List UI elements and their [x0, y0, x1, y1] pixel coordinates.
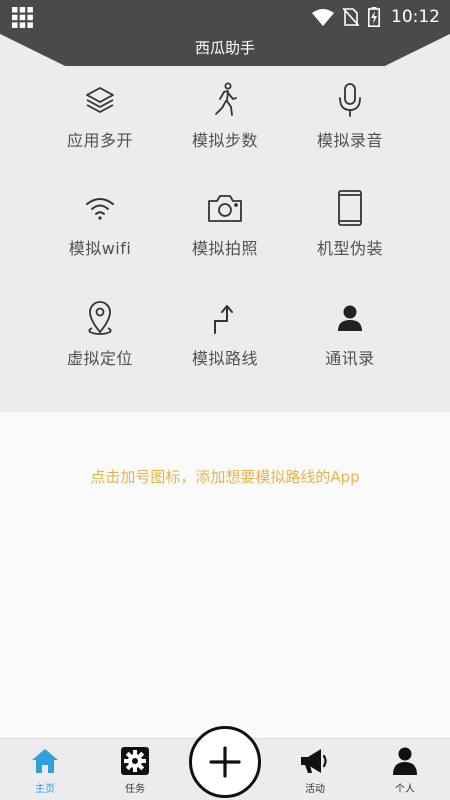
gear-icon — [118, 744, 152, 778]
person-icon — [388, 744, 422, 778]
empty-hint: 点击加号图标，添加想要模拟路线的App — [90, 468, 360, 486]
add-app-button[interactable] — [189, 726, 261, 798]
app-title-bar: 西瓜助手 — [0, 34, 450, 66]
tab-home[interactable]: 主页 — [15, 739, 75, 800]
contact-person-icon — [330, 298, 370, 338]
status-time: 10:12 — [391, 7, 440, 27]
tab-tasks[interactable]: 任务 — [105, 739, 165, 800]
phone-device-icon — [330, 188, 370, 228]
battery-charging-icon — [368, 7, 380, 27]
camera-icon — [205, 188, 245, 228]
status-bar: 10:12 — [0, 0, 450, 34]
app-grid-icon — [12, 7, 33, 28]
no-sim-icon — [343, 8, 359, 26]
feature-label: 模拟录音 — [316, 131, 383, 150]
route-arrow-icon — [205, 298, 245, 338]
tab-profile[interactable]: 个人 — [375, 739, 435, 800]
location-pin-icon — [80, 298, 120, 338]
tab-label: 活动 — [305, 784, 325, 795]
feature-grid: 应用多开 模拟步数 模拟录音 模拟wifi 模拟拍照 机型伪装 虚拟定位 模拟路… — [0, 66, 450, 412]
feature-contacts[interactable]: 通讯录 — [275, 284, 425, 384]
walking-person-icon — [205, 80, 245, 120]
home-icon — [28, 744, 62, 778]
page-title: 西瓜助手 — [194, 39, 255, 57]
layers-icon — [80, 80, 120, 120]
tab-activity[interactable]: 活动 — [285, 739, 345, 800]
feature-recording[interactable]: 模拟录音 — [275, 66, 425, 166]
tab-label: 主页 — [35, 784, 55, 795]
app-list-area: 点击加号图标，添加想要模拟路线的App — [0, 412, 450, 738]
feature-label: 机型伪装 — [316, 239, 383, 258]
feature-label: 通讯录 — [325, 349, 375, 368]
tab-label: 个人 — [395, 784, 415, 795]
wifi-signal-icon — [312, 8, 334, 26]
feature-device-disguise[interactable]: 机型伪装 — [275, 174, 425, 274]
tab-label: 任务 — [125, 784, 145, 795]
microphone-icon — [330, 80, 370, 120]
plus-icon — [209, 746, 241, 778]
megaphone-icon — [298, 744, 332, 778]
wifi-icon — [80, 188, 120, 228]
